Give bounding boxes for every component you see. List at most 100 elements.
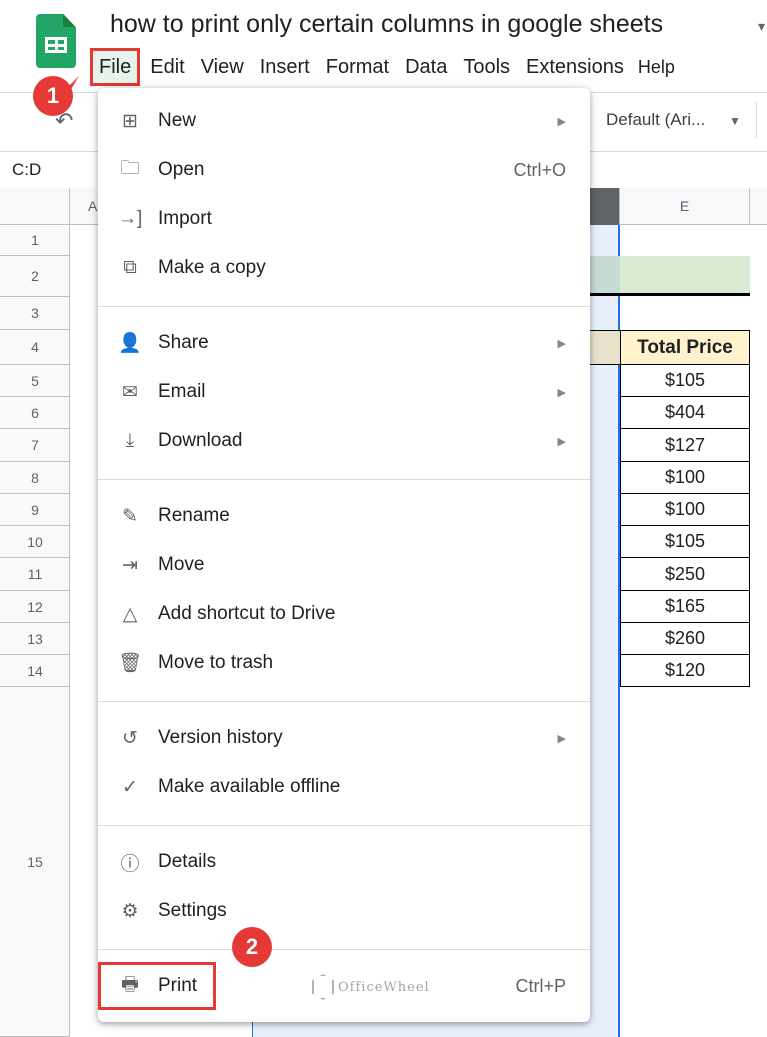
menu-divider [98, 306, 590, 307]
menu-divider [98, 479, 590, 480]
row-header[interactable]: 15 [0, 687, 70, 1037]
menu-item-label: Version history [158, 727, 283, 748]
menu-file[interactable]: File [89, 48, 141, 86]
total-price-header[interactable]: Total Price [620, 330, 750, 365]
menu-item-move[interactable]: ⇥ Move [98, 545, 590, 585]
menu-item-label: Import [158, 208, 212, 229]
divider [756, 102, 757, 138]
name-box[interactable]: C:D [12, 160, 41, 180]
menu-item-label: Email [158, 381, 206, 402]
total-price-cell[interactable]: $127 [620, 429, 750, 462]
menu-item-import[interactable]: →] Import [98, 199, 590, 239]
row-header[interactable]: 11 [0, 558, 70, 591]
total-price-cell[interactable]: $260 [620, 623, 750, 655]
share-person-icon: 👤 [118, 333, 142, 354]
google-sheets-logo-icon[interactable] [36, 14, 76, 68]
menu-help[interactable]: Help [632, 50, 675, 84]
total-price-cell[interactable]: $120 [620, 655, 750, 687]
total-price-cell[interactable]: $250 [620, 558, 750, 591]
menu-item-details[interactable]: ⓘ Details [98, 842, 590, 882]
row-header[interactable]: 10 [0, 526, 70, 558]
menu-item-make-available-offline[interactable]: ✓ Make available offline [98, 767, 590, 807]
menu-divider [98, 701, 590, 702]
menu-item-share[interactable]: 👤 Share ▶ [98, 323, 590, 363]
import-icon: →] [118, 208, 143, 229]
menu-item-label: Settings [158, 900, 227, 921]
menu-item-move-to-trash[interactable]: 🗑 Move to trash [98, 643, 590, 683]
offline-check-icon: ✓ [122, 776, 138, 798]
row-header[interactable]: 13 [0, 623, 70, 655]
row-header[interactable]: 7 [0, 429, 70, 462]
menu-item-label: Rename [158, 505, 230, 526]
history-icon: ↺ [122, 727, 138, 749]
total-price-cell[interactable]: $404 [620, 397, 750, 429]
total-price-cell[interactable]: $105 [620, 526, 750, 558]
menu-item-label: Share [158, 332, 209, 353]
menu-divider [98, 949, 590, 950]
menu-item-label: New [158, 110, 197, 131]
menu-item-label: Details [158, 851, 217, 872]
row-header[interactable]: 5 [0, 365, 70, 397]
row-header[interactable]: 2 [0, 256, 70, 297]
menu-item-label: Move to trash [158, 652, 274, 673]
step-badge-2: 2 [232, 927, 272, 967]
total-price-cell[interactable]: $100 [620, 462, 750, 494]
file-menu-dropdown: ⊞ New ▶ 🗀 Open Ctrl+O →] Import ⧉ Make a copy 👤 Sha… [98, 88, 590, 1022]
step-badge-1: 1 [33, 76, 73, 116]
menu-insert[interactable]: Insert [252, 50, 318, 84]
submenu-arrow-icon: ▶ [557, 337, 566, 350]
menu-item-download[interactable]: ⤓ Download ▶ [98, 421, 590, 461]
menu-item-rename[interactable]: ✎ Rename [98, 496, 590, 536]
row-header[interactable]: 6 [0, 397, 70, 429]
menu-tools[interactable]: Tools [455, 50, 518, 84]
submenu-arrow-icon: ▶ [557, 115, 566, 128]
column-header-e[interactable]: E [620, 188, 750, 225]
row-header[interactable]: 8 [0, 462, 70, 494]
print-highlight-box [98, 962, 216, 1010]
font-select[interactable]: Default (Ari... [606, 110, 705, 130]
menu-item-version-history[interactable]: ↺ Version history ▶ [98, 718, 590, 758]
menu-data[interactable]: Data [397, 50, 455, 84]
menu-item-settings[interactable]: ⚙ Settings [98, 891, 590, 931]
total-price-cell[interactable]: $105 [620, 365, 750, 397]
submenu-arrow-icon: ▶ [557, 435, 566, 448]
menubar: File Edit View Insert Format Data Tools … [89, 48, 675, 86]
watermark-text: OfficeWheel [338, 979, 430, 995]
select-all-corner[interactable] [0, 188, 70, 225]
menu-item-label: Move [158, 554, 205, 575]
menu-format[interactable]: Format [318, 50, 397, 84]
info-icon: ⓘ [120, 853, 140, 875]
row-header[interactable]: 1 [0, 225, 70, 256]
drive-shortcut-icon: △ [122, 603, 138, 625]
menu-item-label: Make available offline [158, 776, 341, 797]
row-header[interactable]: 4 [0, 330, 70, 365]
email-icon: ✉ [122, 381, 138, 403]
total-price-cell[interactable]: $100 [620, 494, 750, 526]
row-header[interactable]: 14 [0, 655, 70, 687]
document-title[interactable]: how to print only certain columns in goo… [110, 10, 663, 39]
gear-icon: ⚙ [121, 900, 139, 922]
menu-item-make-a-copy[interactable]: ⧉ Make a copy [98, 248, 590, 288]
menu-item-email[interactable]: ✉ Email ▶ [98, 372, 590, 412]
menu-view[interactable]: View [193, 50, 252, 84]
menu-extensions[interactable]: Extensions [518, 50, 632, 84]
folder-icon: 🗀 [120, 158, 140, 179]
menu-divider [98, 825, 590, 826]
row-header[interactable]: 3 [0, 297, 70, 330]
new-doc-icon: ⊞ [122, 110, 138, 132]
menu-item-new[interactable]: ⊞ New ▶ [98, 101, 590, 141]
rename-pencil-icon: ✎ [122, 505, 138, 527]
menu-item-add-shortcut-to-drive[interactable]: △ Add shortcut to Drive [98, 594, 590, 634]
menu-item-label: Open [158, 159, 205, 180]
total-price-cell[interactable]: $165 [620, 591, 750, 623]
row-header[interactable]: 9 [0, 494, 70, 526]
menu-item-open[interactable]: 🗀 Open Ctrl+O [98, 150, 590, 190]
move-folder-icon: ⇥ [122, 554, 138, 576]
row-header[interactable]: 12 [0, 591, 70, 623]
menu-edit[interactable]: Edit [142, 50, 192, 84]
chevron-down-icon[interactable]: ▼ [729, 114, 741, 128]
star-caret-icon[interactable]: ▾ [758, 18, 765, 35]
submenu-arrow-icon: ▶ [557, 386, 566, 399]
trash-icon: 🗑 [118, 653, 143, 674]
menu-item-label: Add shortcut to Drive [158, 603, 336, 624]
